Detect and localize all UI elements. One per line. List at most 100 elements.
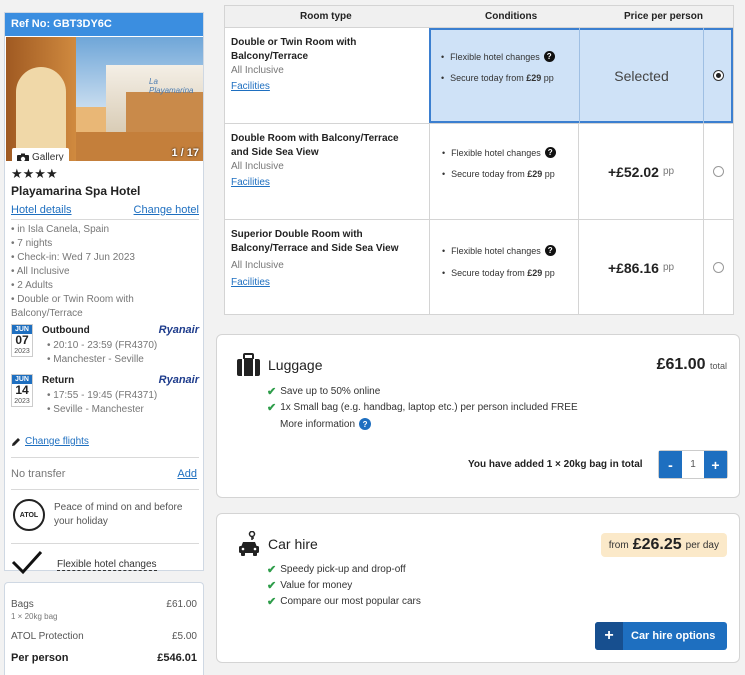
outbound-title: Outbound — [42, 325, 90, 336]
return-time: 17:55 - 19:45 (FR4371) — [47, 389, 157, 403]
bag-quantity[interactable]: 1 — [682, 451, 704, 478]
benefit-item: ✔ Save up to 50% online — [267, 384, 578, 400]
outbound-info: 20:10 - 23:59 (FR4370) Manchester - Sevi… — [47, 339, 157, 367]
booking-details: in Isla Canela, Spain 7 nights Check-in:… — [11, 223, 161, 321]
return-airline: Ryanair — [158, 374, 199, 386]
suitcase-icon — [237, 353, 260, 376]
increase-button[interactable]: + — [704, 451, 727, 478]
summary-per-person: Per person £546.01 — [11, 652, 197, 664]
image-arch — [16, 67, 66, 157]
condition-flexible-text: Flexible hotel changes — [451, 245, 541, 256]
secure-suffix: pp — [542, 169, 555, 179]
detail-board: All Inclusive — [11, 265, 161, 279]
facilities-link[interactable]: Facilities — [231, 177, 270, 188]
calendar-icon: JUN 14 2023 — [11, 374, 33, 407]
room-row[interactable]: Double or Twin Room with Balcony/Terrace… — [225, 28, 733, 124]
outbound-day: 07 — [15, 333, 29, 347]
detail-location: in Isla Canela, Spain — [11, 223, 161, 237]
price-summary: Bags £61.00 1 × 20kg bag ATOL Protection… — [4, 582, 204, 675]
benefit-item: ✔ Value for money — [267, 578, 421, 594]
hotel-image[interactable]: La Playamarina Gallery 1 / 17 — [6, 37, 203, 161]
condition-flexible-text: Flexible hotel changes — [451, 147, 541, 158]
car-icon — [239, 531, 259, 556]
condition-secure-text: Secure today from £29 pp — [451, 268, 555, 278]
change-hotel-link[interactable]: Change hotel — [134, 204, 199, 216]
benefit-text: Compare our most popular cars — [280, 596, 421, 607]
room-row[interactable]: Double Room with Balcony/Terrace and Sid… — [225, 124, 733, 220]
benefit-text: Speedy pick-up and drop-off — [280, 564, 406, 575]
secure-suffix: pp — [542, 268, 555, 278]
room-board: All Inclusive — [231, 260, 284, 271]
luggage-price-value: £61.00 — [656, 356, 706, 373]
change-flights[interactable]: Change flights — [11, 436, 89, 447]
condition-secure: Secure today from £29 pp — [442, 169, 555, 179]
room-conditions: Flexible hotel changes? Secure today fro… — [429, 124, 579, 219]
car-hire-title: Car hire — [268, 536, 318, 552]
room-radio[interactable] — [713, 262, 724, 273]
reference-number: Ref No: GBT3DY6C — [5, 13, 203, 36]
car-hire-card: Car hire from £26.25 per day ✔ Speedy pic… — [216, 513, 740, 663]
facilities-link[interactable]: Facilities — [231, 277, 270, 288]
luggage-title: Luggage — [268, 357, 323, 373]
return-flight: JUN 14 2023 Return Ryanair 17:55 - 19:45… — [11, 374, 201, 422]
outbound-airline: Ryanair — [158, 324, 199, 336]
bag-quantity-stepper: - 1 + — [658, 450, 728, 479]
help-icon[interactable]: ? — [359, 418, 372, 430]
secure-price: £29 — [527, 169, 543, 179]
check-icon: ✔ — [267, 564, 277, 576]
secure-prefix: Secure today from — [450, 73, 527, 83]
hotel-links: Hotel details Change hotel — [11, 204, 199, 216]
condition-secure-text: Secure today from £29 pp — [451, 169, 555, 179]
hotel-details-link[interactable]: Hotel details — [11, 204, 72, 216]
calendar-icon: JUN 07 2023 — [11, 324, 33, 357]
change-flights-link[interactable]: Change flights — [25, 436, 89, 447]
radio-cell[interactable] — [703, 220, 733, 315]
gallery-button[interactable]: Gallery — [12, 148, 69, 161]
room-board: All Inclusive — [231, 161, 284, 172]
luggage-benefits: ✔ Save up to 50% online ✔ 1x Small bag (e.… — [267, 384, 578, 416]
room-name: Double or Twin Room with Balcony/Terrace — [231, 37, 357, 62]
room-table: Room type Conditions Price per person Do… — [224, 5, 734, 315]
more-information[interactable]: More information ? — [280, 418, 372, 430]
room-name: Double Room with Balcony/Terrace and Sid… — [231, 133, 399, 158]
radio-cell[interactable] — [703, 28, 733, 123]
car-price-suffix: per day — [685, 539, 719, 551]
header-conditions: Conditions — [485, 11, 538, 22]
facilities-link[interactable]: Facilities — [231, 81, 270, 92]
car-hire-button-label: Car hire options — [631, 630, 716, 642]
decrease-button[interactable]: - — [659, 451, 682, 478]
room-radio[interactable] — [713, 166, 724, 177]
benefit-item: ✔ Speedy pick-up and drop-off — [267, 562, 421, 578]
benefit-text: Value for money — [280, 580, 353, 591]
price-suffix: pp — [662, 166, 675, 177]
atol-value: £5.00 — [171, 631, 197, 642]
check-icon — [11, 550, 43, 575]
per-person-value: £546.01 — [157, 652, 197, 664]
flexible-changes-text[interactable]: Flexible hotel changes — [57, 559, 157, 571]
secure-price: £29 — [527, 268, 543, 278]
return-info: 17:55 - 19:45 (FR4371) Seville - Manches… — [47, 389, 157, 417]
price-value: +£86.16 — [607, 259, 659, 276]
room-radio-selected[interactable] — [713, 70, 724, 81]
check-icon: ✔ — [267, 402, 277, 414]
car-hire-options-button[interactable]: + Car hire options — [595, 622, 727, 650]
add-transfer-link[interactable]: Add — [177, 468, 197, 480]
help-icon[interactable]: ? — [544, 147, 556, 158]
room-row[interactable]: Superior Double Room with Balcony/Terrac… — [225, 220, 733, 315]
summary-atol: ATOL Protection £5.00 — [11, 631, 197, 642]
condition-secure: Secure today from £29 pp — [441, 73, 554, 83]
check-icon: ✔ — [267, 386, 277, 398]
room-price: +£86.16 pp — [579, 220, 703, 315]
price-value: +£52.02 — [607, 163, 659, 180]
more-info-label: More information — [280, 418, 356, 430]
booking-sidebar: Ref No: GBT3DY6C La Playamarina Gallery … — [4, 12, 204, 575]
benefit-item: ✔ 1x Small bag (e.g. handbag, laptop etc.… — [267, 400, 578, 416]
car-hire-benefits: ✔ Speedy pick-up and drop-off ✔ Value for … — [267, 562, 421, 610]
plus-icon: + — [595, 622, 623, 650]
car-price-value: £26.25 — [632, 536, 682, 553]
radio-cell[interactable] — [703, 124, 733, 219]
image-hotel-sign: La Playamarina — [149, 77, 194, 95]
help-icon[interactable]: ? — [544, 245, 556, 256]
help-icon[interactable]: ? — [543, 51, 555, 62]
luggage-card: Luggage £61.00 total ✔ Save up to 50% onl… — [216, 334, 740, 498]
